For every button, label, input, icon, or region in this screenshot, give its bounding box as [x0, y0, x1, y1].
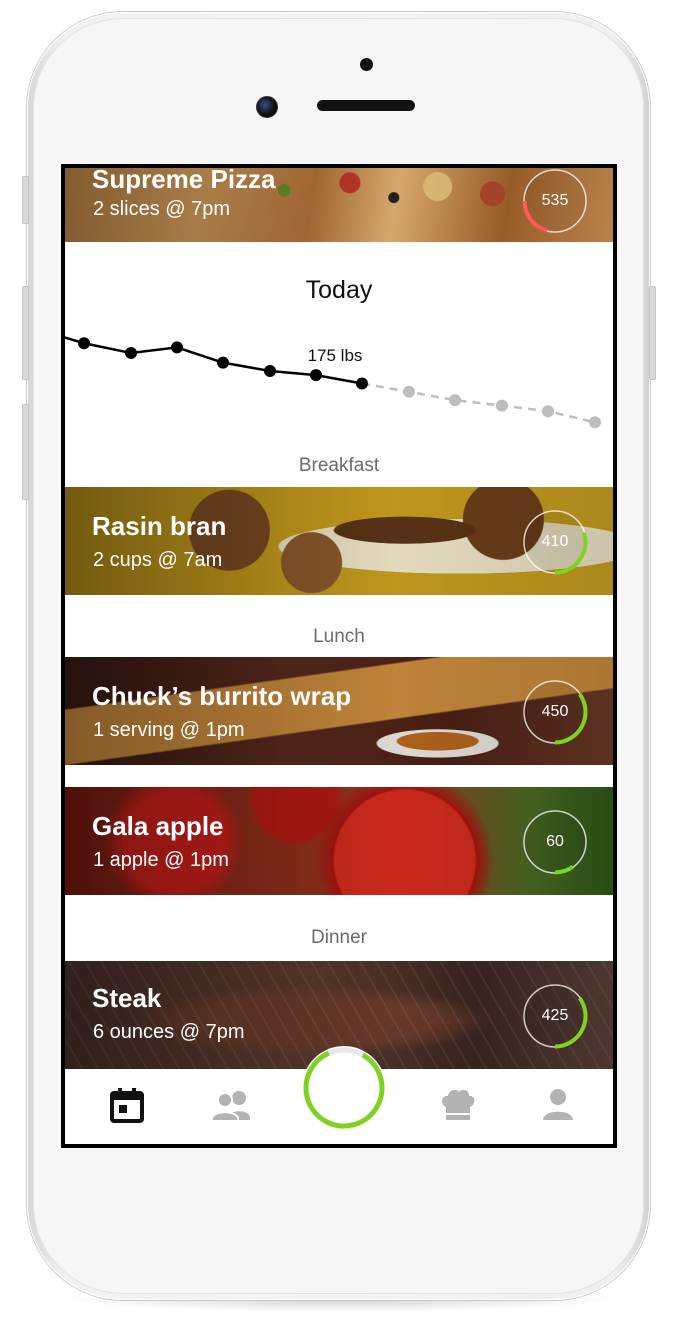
section-label-breakfast: Breakfast: [298, 455, 380, 476]
meal-detail: 2 cups @ 7am: [93, 549, 223, 571]
weight-point: [356, 377, 368, 390]
current-weight-label: 175 lbs: [308, 346, 363, 365]
people-icon: [211, 1091, 250, 1122]
meal-name: Rasin bran: [92, 511, 227, 541]
meal-detail: 1 apple @ 1pm: [93, 849, 229, 871]
calendar-icon: [110, 1088, 144, 1123]
proximity-sensor: [360, 58, 373, 71]
weight-trend-chart: 175 lbs: [65, 336, 601, 429]
tab-recipes[interactable]: [438, 1085, 478, 1125]
calorie-ring: 60: [521, 808, 589, 876]
mute-switch: [22, 176, 29, 224]
section-label-lunch: Lunch: [313, 626, 365, 647]
projected-weight-point: [542, 405, 554, 418]
meal-name: Gala apple: [92, 811, 224, 841]
tab-calendar[interactable]: [107, 1085, 147, 1125]
projected-weight-point: [403, 385, 415, 398]
daily-progress-ring: [302, 1046, 386, 1130]
weight-point: [264, 364, 276, 377]
tab-community[interactable]: [210, 1085, 254, 1125]
volume-up-button: [22, 286, 29, 380]
meal-detail: 6 ounces @ 7pm: [93, 1021, 245, 1043]
calorie-ring: 410: [521, 508, 589, 576]
meal-name: Chuck’s burrito wrap: [92, 681, 352, 711]
tab-profile[interactable]: [538, 1085, 578, 1125]
calorie-ring: 535: [521, 168, 589, 235]
front-camera: [256, 96, 278, 118]
calorie-value: 535: [541, 192, 569, 209]
meal-card-pizza[interactable]: Supreme Pizza 2 slices @ 7pm 535: [65, 168, 613, 242]
calorie-value: 410: [541, 533, 569, 550]
meal-name: Steak: [92, 983, 162, 1013]
screen: Supreme Pizza 2 slices @ 7pm 535 Today 1…: [61, 164, 617, 1148]
person-icon: [543, 1089, 573, 1120]
today-title: Today: [305, 276, 373, 304]
projected-weight-line: [361, 382, 596, 424]
weight-point: [125, 346, 137, 359]
meal-name: Supreme Pizza: [92, 168, 276, 194]
earpiece-speaker: [317, 100, 415, 111]
calorie-value: 60: [546, 833, 564, 850]
power-button: [649, 286, 656, 380]
calorie-ring: 450: [521, 678, 589, 746]
volume-down-button: [22, 404, 29, 500]
meal-card-rasin-bran[interactable]: Rasin bran 2 cups @ 7am 410: [65, 487, 613, 595]
meal-card-gala-apple[interactable]: Gala apple 1 apple @ 1pm 60: [65, 787, 613, 895]
projected-weight-point: [496, 399, 508, 412]
bottom-tab-bar: [65, 1046, 613, 1144]
weight-point: [217, 356, 229, 369]
chef-hat-icon: [442, 1089, 475, 1120]
weight-point: [78, 337, 90, 350]
section-label-dinner: Dinner: [311, 927, 367, 948]
weight-point: [310, 369, 322, 382]
projected-weight-point: [589, 416, 601, 429]
calorie-value: 450: [541, 703, 569, 720]
meal-detail: 1 serving @ 1pm: [93, 719, 245, 741]
weight-point: [171, 341, 183, 354]
calorie-ring: 425: [521, 982, 589, 1050]
feed-scroll-view[interactable]: Supreme Pizza 2 slices @ 7pm 535 Today 1…: [65, 168, 613, 1144]
meal-detail: 2 slices @ 7pm: [93, 198, 231, 220]
projected-weight-point: [449, 394, 461, 407]
meal-card-burrito[interactable]: Chuck’s burrito wrap 1 serving @ 1pm 450: [65, 657, 613, 765]
calorie-value: 425: [541, 1007, 569, 1024]
progress-ring-button[interactable]: [300, 1044, 388, 1132]
